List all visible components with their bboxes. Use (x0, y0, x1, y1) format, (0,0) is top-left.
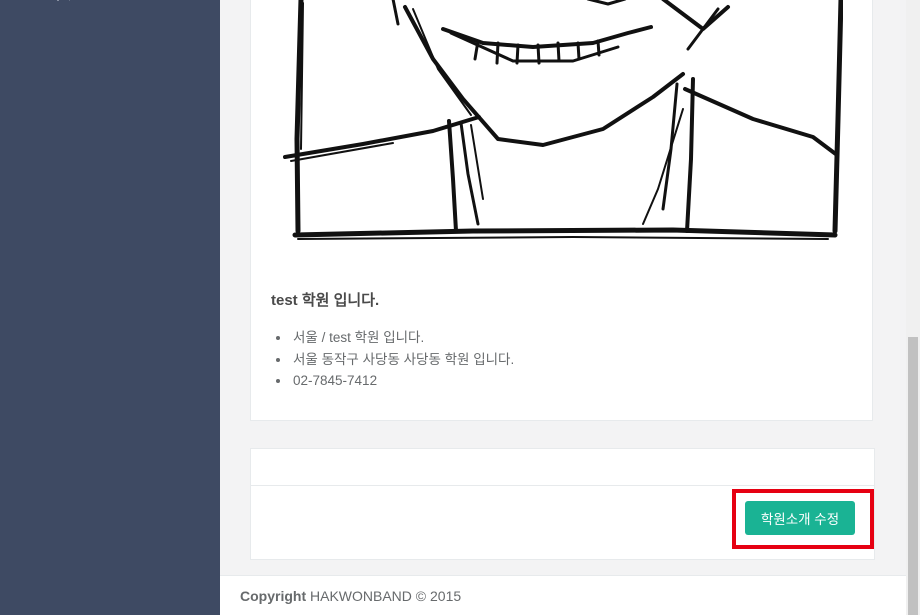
academy-intro-title: test 학원 입니다. (271, 292, 380, 309)
action-card-header (251, 449, 874, 486)
edit-academy-intro-button[interactable]: 학원소개 수정 (745, 501, 855, 535)
academy-info-list: 서울 / test 학원 입니다. 서울 동작구 사당동 사당동 학원 입니다.… (273, 327, 514, 392)
main-content: test 학원 입니다. 서울 / test 학원 입니다. 서울 동작구 사당… (220, 0, 906, 615)
academy-info-location: 서울 / test 학원 입니다. (291, 327, 514, 349)
page-scrollbar[interactable] (906, 0, 920, 615)
footer-copyright-label: Copyright (240, 588, 307, 604)
action-card: 학원소개 수정 (250, 448, 875, 560)
academy-intro-card: test 학원 입니다. 서울 / test 학원 입니다. 서울 동작구 사당… (250, 0, 873, 421)
footer-company: HAKWONBAND © 2015 (310, 588, 462, 604)
sidebar (0, 0, 220, 615)
scrollbar-thumb[interactable] (908, 337, 918, 615)
academy-sketch-image (283, 0, 843, 240)
sidebar-nav-icon[interactable] (50, 0, 72, 2)
academy-info-phone: 02-7845-7412 (291, 370, 514, 392)
footer: Copyright HAKWONBAND © 2015 (220, 575, 906, 615)
academy-info-address: 서울 동작구 사당동 사당동 학원 입니다. (291, 349, 514, 371)
